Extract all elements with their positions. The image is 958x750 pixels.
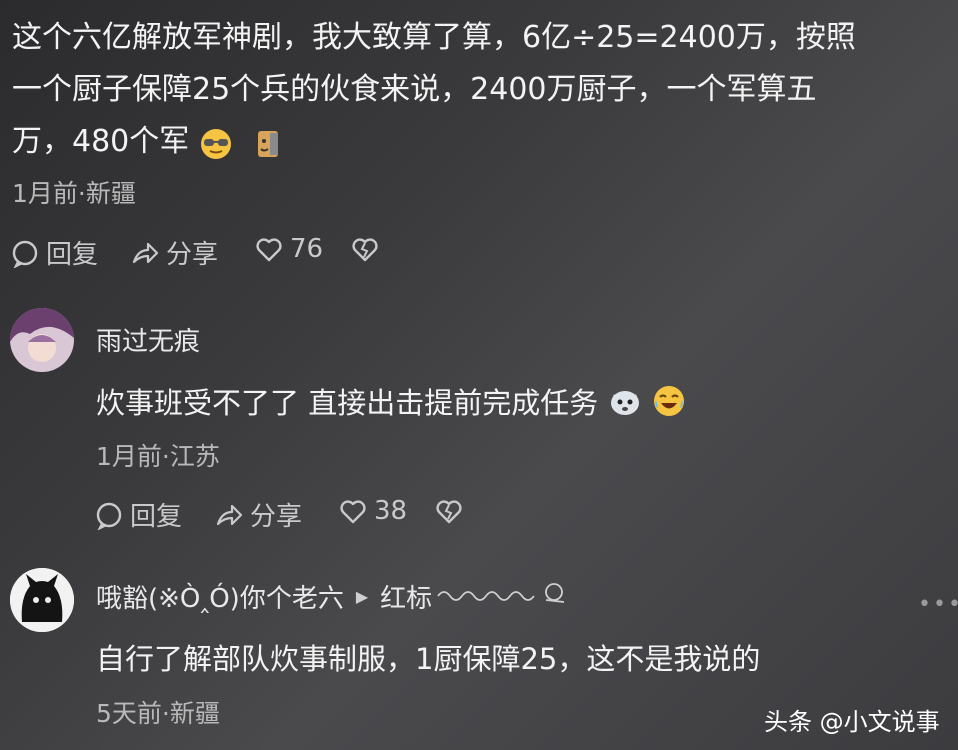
reply-bubble-icon (12, 240, 38, 268)
username-yuguowuhen[interactable]: 雨过无痕 (96, 321, 200, 358)
share-label: 分享 (166, 240, 219, 270)
comment2-text-row: 炊事班受不了了 直接出击提前完成任务 (96, 380, 686, 422)
like-count: 76 (290, 234, 324, 264)
top-comment-like-button[interactable]: 76 (254, 234, 323, 264)
broken-heart-icon (436, 500, 462, 524)
avatar-yuguowuhen[interactable] (10, 308, 74, 372)
reply-label: 回复 (130, 502, 183, 532)
comment3-header: 哦豁(※Ò‸Ó)你个老六 ▶ 红标 (96, 578, 576, 615)
comment2-like-button[interactable]: 38 (338, 496, 407, 526)
comment3-text: 自行了解部队炊事制服，1厨保障25，这不是我说的 (96, 642, 761, 676)
top-comment-dislike-button[interactable] (350, 234, 380, 264)
watermark: 头条 @小文说事 (764, 708, 940, 736)
reply-target-username[interactable]: 红标 (380, 578, 432, 615)
top-comment-line1: 这个六亿解放军神剧，我大致算了算，6亿÷25=2400万，按照 (12, 20, 856, 55)
reply-to-triangle-icon: ▶ (355, 587, 369, 606)
comment3-meta: 5天前·新疆 (96, 699, 220, 728)
top-comment-reply-button[interactable]: 回复 (10, 234, 98, 271)
share-label: 分享 (250, 502, 303, 532)
username-ohuo[interactable]: 哦豁(※Ò‸Ó)你个老六 (96, 578, 344, 615)
comment2-text: 炊事班受不了了 直接出击提前完成任务 (96, 386, 599, 420)
avatar-ohuo[interactable] (10, 568, 74, 632)
top-comment-meta: 1月前·新疆 (12, 179, 136, 208)
wavy-decoration-icon (436, 578, 576, 615)
reply-label: 回复 (46, 240, 99, 270)
top-comment-share-button[interactable]: 分享 (130, 234, 218, 271)
heart-icon (256, 238, 282, 262)
reply-bubble-icon (96, 502, 122, 530)
broken-heart-icon (352, 238, 378, 262)
cool-face-emoji-icon (199, 126, 233, 160)
top-comment-text: 这个六亿解放军神剧，我大致算了算，6亿÷25=2400万，按照 一个厨子保障25… (12, 12, 856, 168)
comment2-share-button[interactable]: 分享 (214, 496, 302, 533)
panic-cat-emoji-icon (608, 384, 642, 418)
top-comment-line3: 万，480个军 (12, 116, 856, 168)
comment2-reply-button[interactable]: 回复 (94, 496, 182, 533)
share-arrow-icon (132, 242, 159, 263)
top-comment-line2: 一个厨子保障25个兵的伙食来说，2400万厨子，一个军算五 (12, 72, 817, 107)
more-options-icon[interactable]: ••• (918, 592, 958, 617)
share-arrow-icon (216, 504, 243, 525)
heart-icon (340, 500, 366, 524)
comment2-meta: 1月前·江苏 (96, 442, 220, 471)
like-count: 38 (374, 496, 408, 526)
top-comment-line3-text: 万，480个军 (12, 124, 190, 159)
doge-sticker-icon (250, 126, 284, 160)
comment2-dislike-button[interactable] (434, 496, 464, 526)
laughing-tears-emoji-icon (652, 384, 686, 418)
